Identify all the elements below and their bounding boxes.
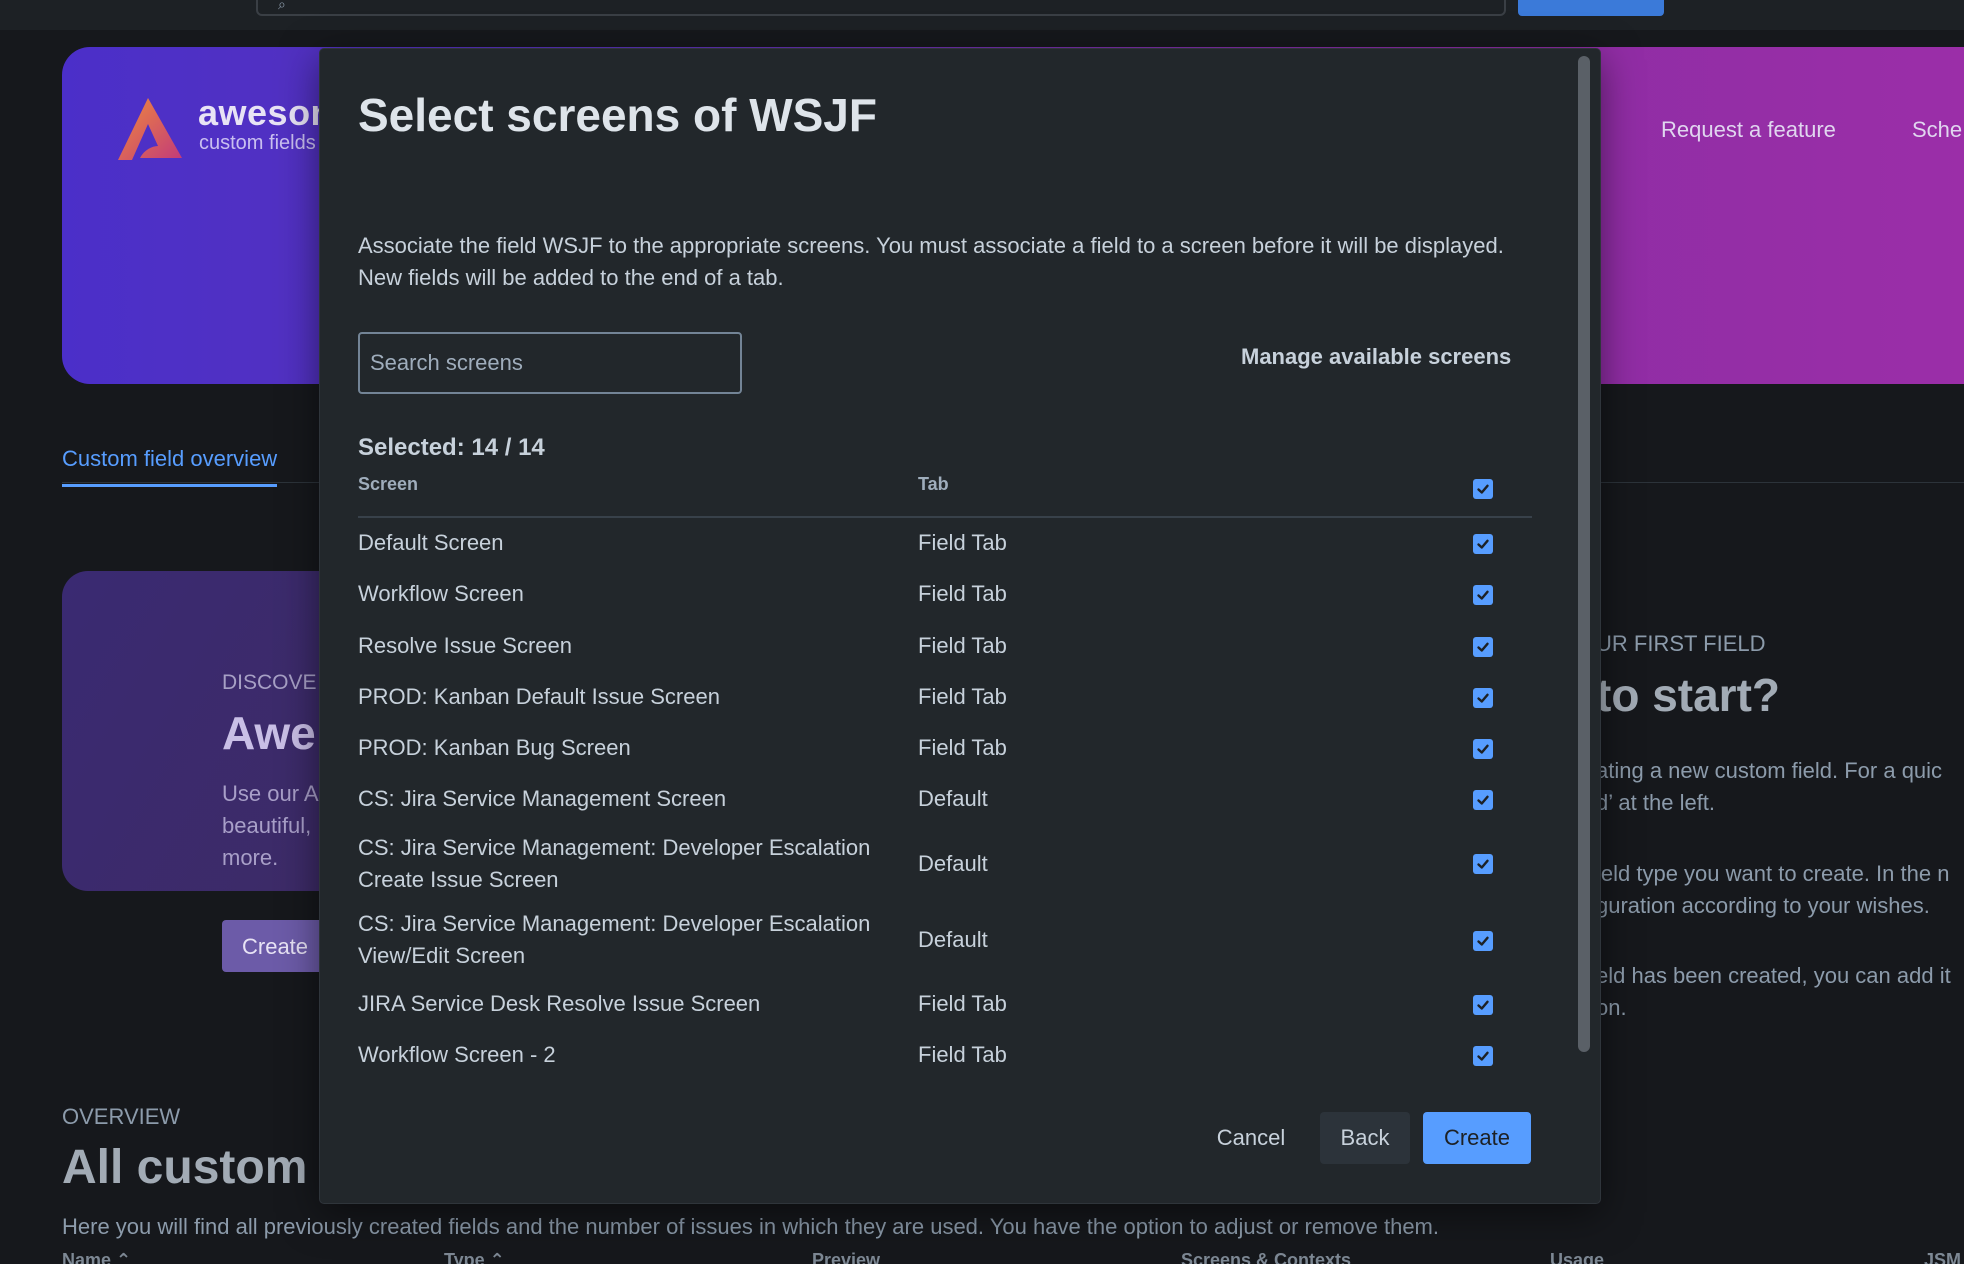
overview-eyebrow: OVERVIEW: [62, 1104, 181, 1129]
overview-title: All custom f: [62, 1141, 337, 1194]
table-row-tab: Field Tab: [918, 581, 1007, 606]
discover-create-button[interactable]: Create: [222, 920, 332, 972]
table-row-tab: Field Tab: [918, 735, 1007, 760]
select-screens-dialog: [320, 49, 1600, 1203]
step-text-line: guration according to your wishes.: [1596, 893, 1930, 918]
checkmark-icon: [1477, 539, 1489, 549]
checkmark-icon: [1477, 936, 1489, 946]
checkmark-icon: [1477, 795, 1489, 805]
column-header-type[interactable]: Type ⌃: [444, 1250, 505, 1264]
first-field-step-2: ield type you want to create. In the n g…: [1596, 858, 1949, 922]
checkmark-icon: [1477, 642, 1489, 652]
discover-eyebrow: DISCOVE: [222, 671, 317, 694]
step-text-line: ating a new custom field. For a quic: [1596, 758, 1943, 783]
overview-description: Here you will find all previously create…: [62, 1214, 1439, 1239]
step-text-line: d’ at the left.: [1596, 790, 1716, 815]
discover-title: Awe: [222, 707, 316, 759]
first-field-eyebrow: UR FIRST FIELD: [1596, 631, 1766, 656]
table-row-screen: JIRA Service Desk Resolve Issue Screen: [358, 991, 761, 1016]
table-row-screen: PROD: Kanban Default Issue Screen: [358, 684, 720, 709]
table-row-tab: Field Tab: [918, 633, 1007, 658]
checkmark-icon: [1477, 693, 1489, 703]
table-row-screen: Default Screen: [358, 530, 504, 555]
row-checkbox[interactable]: [1473, 534, 1493, 554]
tab-custom-field-overview[interactable]: Custom field overview: [62, 446, 278, 487]
cancel-button[interactable]: Cancel: [1198, 1112, 1304, 1164]
table-row-screen: Workflow Screen: [358, 581, 524, 606]
column-header-jsm: JSM: [1924, 1250, 1962, 1264]
checkmark-icon: [1477, 859, 1489, 869]
selected-count: Selected: 14 / 14: [358, 434, 545, 461]
first-field-step-1: ating a new custom field. For a quic d’ …: [1596, 755, 1942, 819]
schedule-link[interactable]: Sche: [1912, 117, 1962, 143]
row-checkbox[interactable]: [1473, 931, 1493, 951]
table-row-screen: CS: Jira Service Management Screen: [358, 786, 727, 811]
dialog-description: Associate the field WSJF to the appropri…: [358, 233, 1504, 290]
column-header-screens-contexts: Screens & Contexts: [1181, 1250, 1352, 1264]
checkmark-icon: [1477, 590, 1489, 600]
top-bar: ⌕: [0, 0, 1964, 30]
table-row-tab: Field Tab: [918, 991, 1007, 1016]
create-button[interactable]: Create: [1423, 1112, 1531, 1164]
checkmark-icon: [1477, 484, 1489, 494]
table-row-screen: CS: Jira Service Management: Developer E…: [358, 911, 871, 968]
table-row-tab: Default: [918, 927, 988, 952]
search-icon: ⌕: [278, 0, 286, 12]
checkmark-icon: [1477, 744, 1489, 754]
request-feature-link[interactable]: Request a feature: [1661, 117, 1836, 143]
manage-available-screens-link[interactable]: Manage available screens: [1241, 344, 1511, 370]
row-checkbox[interactable]: [1473, 854, 1493, 874]
table-row-screen: Resolve Issue Screen: [358, 633, 572, 658]
row-checkbox[interactable]: [1473, 739, 1493, 759]
back-button[interactable]: Back: [1320, 1112, 1410, 1164]
row-checkbox[interactable]: [1473, 995, 1493, 1015]
first-field-title: to start?: [1596, 669, 1780, 721]
row-checkbox[interactable]: [1473, 585, 1493, 605]
table-row-screen: PROD: Kanban Bug Screen: [358, 735, 631, 760]
first-field-step-3: eld has been created, you can add it on.: [1596, 960, 1951, 1024]
global-search-input[interactable]: ⌕: [256, 0, 1506, 16]
row-checkbox[interactable]: [1473, 637, 1493, 657]
select-all-checkbox[interactable]: [1473, 479, 1493, 499]
step-text-line: ield type you want to create. In the n: [1596, 861, 1950, 886]
column-header-preview: Preview: [812, 1250, 881, 1264]
table-row-tab: Default: [918, 786, 988, 811]
column-header-usage: Usage: [1550, 1250, 1605, 1264]
table-row-tab: Field Tab: [918, 684, 1007, 709]
top-action-button[interactable]: [1518, 0, 1664, 16]
table-row-tab: Field Tab: [918, 530, 1007, 555]
column-header-name[interactable]: Name ⌃: [62, 1250, 131, 1264]
checkmark-icon: [1477, 1051, 1489, 1061]
step-text-line: on.: [1596, 995, 1627, 1020]
table-row-tab: Field Tab: [918, 1042, 1007, 1067]
table-row-tab: Default: [918, 851, 988, 876]
column-header-screen: Screen: [358, 474, 419, 494]
column-header-tab: Tab: [918, 474, 949, 494]
logo-subtitle: custom fields: [199, 132, 316, 154]
checkmark-icon: [1477, 1000, 1489, 1010]
table-header-divider: [358, 516, 1532, 518]
row-checkbox[interactable]: [1473, 790, 1493, 810]
dialog-scrollbar[interactable]: [1578, 56, 1590, 1052]
row-checkbox[interactable]: [1473, 1046, 1493, 1066]
table-row-screen: Workflow Screen - 2: [358, 1042, 556, 1067]
search-screens-input[interactable]: [358, 332, 742, 394]
table-row-screen: CS: Jira Service Management: Developer E…: [358, 835, 871, 892]
dialog-title: Select screens of WSJF: [358, 89, 877, 141]
app-logo-icon: [118, 98, 182, 160]
step-text-line: eld has been created, you can add it: [1596, 963, 1951, 988]
row-checkbox[interactable]: [1473, 688, 1493, 708]
